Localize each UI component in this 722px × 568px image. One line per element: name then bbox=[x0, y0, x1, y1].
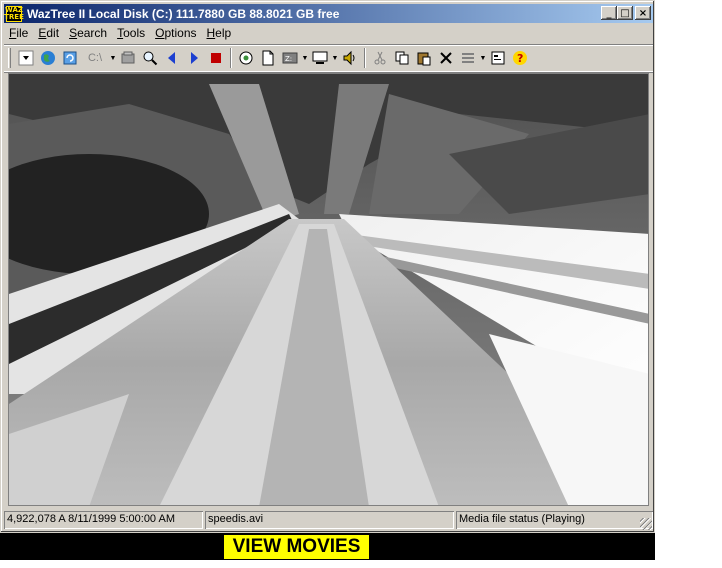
menu-tools[interactable]: Tools bbox=[112, 26, 150, 40]
refresh-icon[interactable] bbox=[59, 47, 81, 69]
forward-arrow-icon[interactable] bbox=[183, 47, 205, 69]
title-bar[interactable]: WAZ TREE WazTree II Local Disk (C:) 111.… bbox=[4, 4, 653, 23]
find-icon[interactable] bbox=[139, 47, 161, 69]
resize-grip[interactable] bbox=[640, 518, 652, 530]
window-controls: _ □ × bbox=[601, 6, 651, 20]
cut-icon[interactable] bbox=[369, 47, 391, 69]
view-icon[interactable] bbox=[457, 47, 479, 69]
stop-icon[interactable] bbox=[205, 47, 227, 69]
speaker-icon[interactable] bbox=[339, 47, 361, 69]
toolbar-separator bbox=[364, 48, 366, 68]
menu-bar: File Edit Search Tools Options Help bbox=[4, 24, 236, 42]
chevron-down-icon[interactable]: ▼ bbox=[331, 47, 339, 69]
back-arrow-icon[interactable] bbox=[161, 47, 183, 69]
paste-icon[interactable] bbox=[413, 47, 435, 69]
toolbar-separator bbox=[230, 48, 232, 68]
svg-text:Z:: Z: bbox=[285, 55, 292, 63]
screen-icon[interactable] bbox=[309, 47, 331, 69]
globe-icon[interactable] bbox=[37, 47, 59, 69]
menu-edit[interactable]: Edit bbox=[33, 26, 64, 40]
svg-text:?: ? bbox=[517, 52, 523, 65]
toolbar-grip[interactable] bbox=[8, 48, 11, 68]
drive-selector[interactable]: C:\ bbox=[81, 47, 109, 69]
chevron-down-icon[interactable]: ▼ bbox=[301, 47, 309, 69]
video-frame bbox=[9, 74, 648, 505]
delete-icon[interactable] bbox=[435, 47, 457, 69]
banner-bar: VIEW MOVIES bbox=[0, 533, 655, 560]
chevron-down-icon[interactable]: ▼ bbox=[109, 47, 117, 69]
menu-search[interactable]: Search bbox=[64, 26, 112, 40]
chevron-down-icon[interactable]: ▼ bbox=[479, 47, 487, 69]
combo-icon[interactable] bbox=[15, 47, 37, 69]
view-movies-label[interactable]: VIEW MOVIES bbox=[224, 535, 369, 559]
status-media: Media file status (Playing) bbox=[456, 511, 653, 529]
menu-file[interactable]: File bbox=[4, 26, 33, 40]
maximize-button[interactable]: □ bbox=[617, 6, 633, 20]
properties-icon[interactable] bbox=[487, 47, 509, 69]
menu-help[interactable]: Help bbox=[202, 26, 237, 40]
app-logo-icon: WAZ TREE bbox=[4, 5, 24, 22]
copy-icon[interactable] bbox=[391, 47, 413, 69]
drive-icon[interactable] bbox=[117, 47, 139, 69]
status-file-info: 4,922,078 A 8/11/1999 5:00:00 AM bbox=[4, 511, 203, 529]
status-bar: 4,922,078 A 8/11/1999 5:00:00 AM speedis… bbox=[4, 511, 653, 531]
status-file-name: speedis.avi bbox=[205, 511, 454, 529]
app-window: WAZ TREE WazTree II Local Disk (C:) 111.… bbox=[0, 0, 655, 533]
menu-options[interactable]: Options bbox=[150, 26, 201, 40]
window-title: WazTree II Local Disk (C:) 111.7880 GB 8… bbox=[27, 6, 340, 21]
page-icon[interactable] bbox=[257, 47, 279, 69]
explore-icon[interactable] bbox=[235, 47, 257, 69]
zip-icon[interactable]: Z: bbox=[279, 47, 301, 69]
toolbar: C:\ ▼ Z: ▼ ▼ ▼ ? bbox=[4, 44, 653, 72]
close-button[interactable]: × bbox=[635, 6, 651, 20]
minimize-button[interactable]: _ bbox=[601, 6, 617, 20]
video-viewer[interactable] bbox=[8, 73, 649, 506]
help-icon[interactable]: ? bbox=[509, 47, 531, 69]
